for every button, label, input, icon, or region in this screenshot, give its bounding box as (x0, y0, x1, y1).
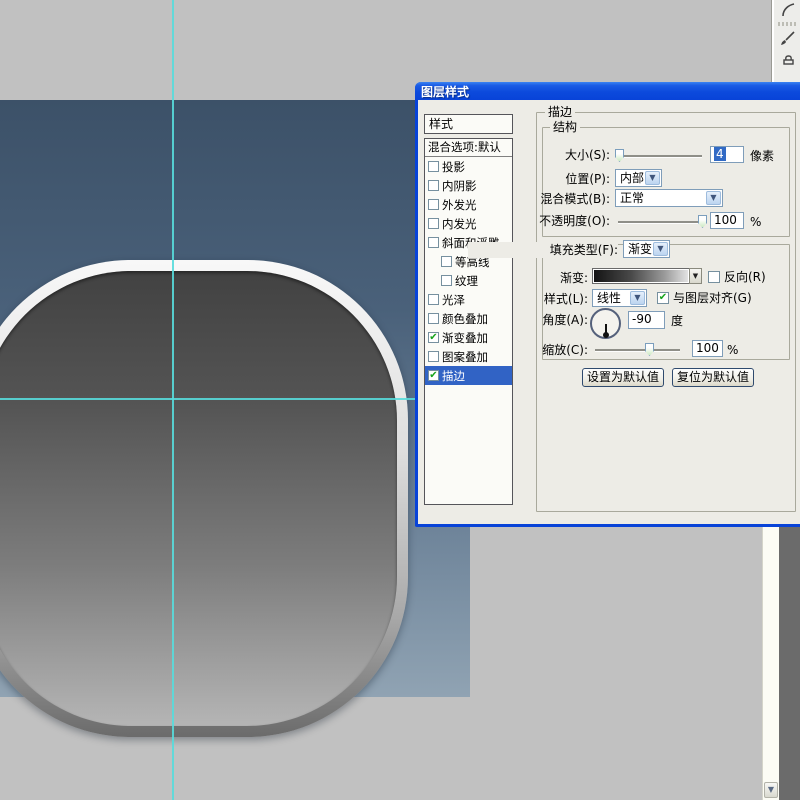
gradient-preview[interactable] (592, 268, 690, 284)
gradient-style-value: 线性 (597, 291, 621, 305)
toolbox-partial (771, 0, 800, 82)
align-with-layer-checkbox[interactable]: ✔ (657, 292, 669, 304)
unchecked-checkbox-icon[interactable] (441, 256, 452, 267)
fill-type-value: 渐变 (628, 242, 652, 256)
set-default-button[interactable]: 设置为默认值 (582, 368, 664, 387)
brush-icon[interactable] (777, 28, 799, 48)
size-label: 大小(S): (460, 147, 610, 163)
styles-header: 样式 (424, 114, 513, 134)
angle-input[interactable]: -90 (628, 311, 665, 329)
gradient-style-dropdown[interactable]: 线性 ▼ (592, 289, 647, 307)
reverse-checkbox[interactable] (708, 271, 720, 283)
reverse-label: 反向(R) (724, 270, 766, 284)
stroke-section-title: 描边 (545, 105, 575, 119)
layer-style-dialog: 图层样式 样式 混合选项:默认 投影内阴影外发光内发光斜面和浮雕等高线纹理光泽颜… (415, 82, 800, 527)
dropdown-arrow-icon[interactable]: ▼ (645, 171, 660, 185)
unchecked-checkbox-icon[interactable] (428, 218, 439, 229)
opacity-input[interactable]: 100 (710, 212, 744, 229)
clone-stamp-icon[interactable] (777, 48, 799, 68)
fill-type-label: 填充类型(F): (468, 242, 618, 258)
style-list-item[interactable]: ✔描边 (425, 366, 512, 385)
dropdown-arrow-icon[interactable]: ▼ (653, 242, 668, 256)
scroll-down-icon[interactable]: ▼ (764, 782, 778, 798)
size-unit: 像素 (750, 148, 774, 164)
gradient-picker-arrow-icon[interactable]: ▼ (689, 268, 702, 284)
angle-label: 角度(A): (438, 312, 588, 328)
structure-group-title: 结构 (550, 120, 580, 134)
reset-default-button[interactable]: 复位为默认值 (672, 368, 754, 387)
style-item-label: 描边 (442, 368, 465, 384)
opacity-label: 不透明度(O): (460, 213, 610, 229)
scale-slider-track[interactable] (595, 349, 680, 351)
shape-fill (0, 271, 397, 726)
unchecked-checkbox-icon[interactable] (428, 161, 439, 172)
guide-horizontal[interactable] (0, 398, 416, 400)
dropdown-arrow-icon[interactable]: ▼ (706, 191, 721, 205)
scale-unit: % (727, 342, 738, 358)
dialog-titlebar[interactable]: 图层样式 (415, 82, 800, 100)
unchecked-checkbox-icon[interactable] (428, 180, 439, 191)
photoshop-workspace: { "window": { "title": "图层样式" }, "styles… (0, 0, 800, 800)
unchecked-checkbox-icon[interactable] (428, 199, 439, 210)
scale-input[interactable]: 100 (692, 340, 723, 357)
dropdown-arrow-icon[interactable]: ▼ (630, 291, 645, 305)
size-value: 4 (714, 147, 726, 161)
canvas-scrollbar[interactable]: ▼ (762, 527, 779, 800)
blend-mode-label: 混合模式(B): (460, 191, 610, 207)
align-with-layer-label: 与图层对齐(G) (673, 291, 752, 305)
dialog-title: 图层样式 (415, 83, 469, 100)
opacity-slider-track[interactable] (618, 221, 705, 223)
angle-dial[interactable] (590, 308, 621, 339)
angle-dial-knob (603, 332, 609, 338)
gradient-swatch (594, 270, 688, 282)
position-label: 位置(P): (460, 171, 610, 187)
toolbox-grip (778, 22, 797, 26)
gradient-label: 渐变: (438, 270, 588, 286)
shape-stroke (0, 260, 408, 737)
guide-vertical[interactable] (172, 0, 174, 800)
size-slider-track[interactable] (618, 155, 702, 157)
position-value: 内部 (620, 171, 644, 185)
window-edge (779, 527, 800, 800)
position-dropdown[interactable]: 内部 ▼ (615, 169, 662, 187)
fill-type-dropdown[interactable]: 渐变 ▼ (623, 240, 670, 258)
pen-icon[interactable] (777, 0, 799, 20)
blend-mode-dropdown[interactable]: 正常 ▼ (615, 189, 723, 207)
blend-mode-value: 正常 (620, 191, 644, 205)
gradient-style-label: 样式(L): (438, 291, 588, 307)
angle-unit: 度 (671, 313, 683, 329)
unchecked-checkbox-icon[interactable] (428, 237, 439, 248)
size-input[interactable]: 4 (710, 146, 744, 163)
opacity-unit: % (750, 214, 761, 230)
checked-checkbox-icon[interactable]: ✔ (428, 370, 439, 381)
scale-label: 缩放(C): (438, 342, 588, 358)
